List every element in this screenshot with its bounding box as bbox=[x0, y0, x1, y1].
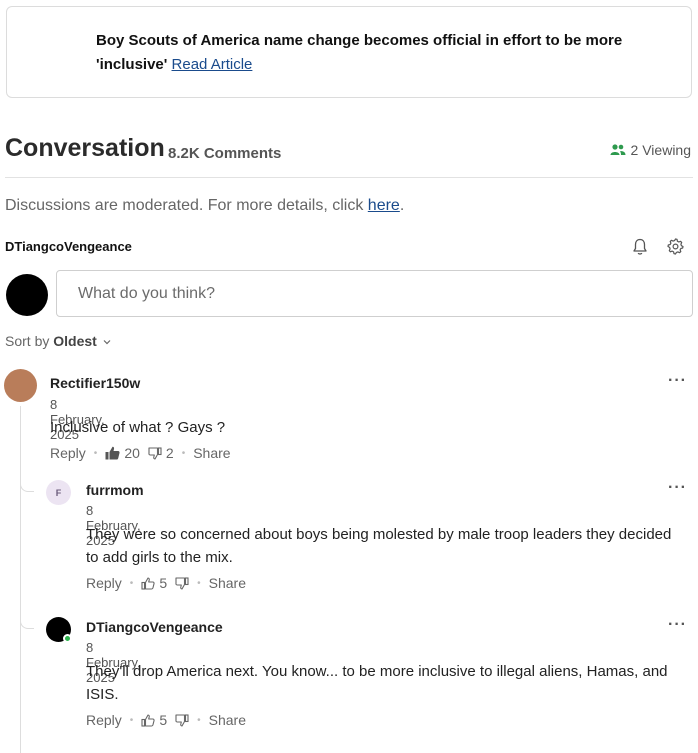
current-user-row: DTiangcoVengeance bbox=[5, 236, 693, 258]
conversation-header: Conversation 8.2K Comments 2 Viewing bbox=[5, 134, 693, 168]
separator-dot: • bbox=[93, 447, 98, 459]
reply-button[interactable]: Reply bbox=[86, 575, 122, 591]
thumbs-up-icon[interactable] bbox=[105, 446, 120, 460]
commenter-avatar bbox=[4, 369, 37, 402]
thumbs-up-icon[interactable] bbox=[141, 713, 155, 727]
reply-button[interactable]: Reply bbox=[86, 712, 122, 728]
like-count: 5 bbox=[159, 712, 168, 728]
share-button[interactable]: Share bbox=[209, 712, 246, 728]
bell-icon[interactable] bbox=[632, 238, 648, 256]
comment-text: They were so concerned about boys being … bbox=[86, 526, 672, 566]
moderation-notice: Discussions are moderated. For more deta… bbox=[5, 197, 404, 215]
gear-icon[interactable] bbox=[667, 238, 684, 255]
comment-actions: Reply • 20 2 • Share bbox=[50, 445, 231, 461]
current-username: DTiangcoVengeance bbox=[5, 239, 132, 254]
commenter-name[interactable]: DTiangcoVengeance bbox=[86, 619, 223, 635]
moderation-end: . bbox=[399, 197, 405, 214]
online-status-dot bbox=[63, 634, 72, 643]
chevron-down-icon bbox=[103, 340, 111, 345]
comment-actions: Reply • 5 • Share bbox=[86, 575, 246, 591]
users-icon bbox=[610, 144, 626, 155]
comment-count: 8.2K Comments bbox=[168, 145, 282, 162]
read-article-link[interactable]: Read Article bbox=[172, 56, 253, 73]
sort-label: Sort by bbox=[5, 333, 50, 349]
separator-dot: • bbox=[197, 714, 201, 726]
share-button[interactable]: Share bbox=[209, 575, 246, 591]
thumbs-down-icon[interactable] bbox=[175, 713, 189, 727]
header-divider bbox=[5, 177, 693, 178]
like-count: 20 bbox=[124, 445, 140, 461]
viewing-indicator: 2 Viewing bbox=[610, 142, 691, 158]
avatar-letter: F bbox=[55, 487, 62, 498]
more-options-icon[interactable]: ··· bbox=[668, 616, 687, 634]
reply-connector bbox=[20, 480, 34, 492]
sort-dropdown[interactable]: Sort by Oldest bbox=[5, 333, 111, 349]
separator-dot: • bbox=[197, 577, 201, 589]
dislike-count: 2 bbox=[165, 445, 174, 461]
thumbs-down-icon[interactable] bbox=[148, 446, 162, 460]
thread-line bbox=[20, 406, 21, 753]
share-button[interactable]: Share bbox=[193, 445, 230, 461]
current-user-avatar bbox=[6, 274, 48, 316]
comment-input[interactable] bbox=[56, 270, 693, 317]
like-count: 5 bbox=[159, 575, 168, 591]
commenter-name[interactable]: furrmom bbox=[86, 482, 144, 498]
reply-connector bbox=[20, 617, 34, 629]
thumbs-up-icon[interactable] bbox=[141, 576, 155, 590]
thumbs-down-icon[interactable] bbox=[175, 576, 189, 590]
separator-dot: • bbox=[181, 447, 186, 459]
more-options-icon[interactable]: ··· bbox=[668, 479, 687, 497]
conversation-title: Conversation bbox=[5, 134, 165, 162]
viewing-count: 2 Viewing bbox=[630, 142, 691, 158]
comment-text: They'll drop America next. You know... t… bbox=[86, 663, 668, 703]
separator-dot: • bbox=[129, 577, 134, 589]
moderation-text: Discussions are moderated. For more deta… bbox=[5, 197, 368, 214]
reply-button[interactable]: Reply bbox=[50, 445, 86, 461]
commenter-avatar: F bbox=[46, 480, 71, 505]
sort-value: Oldest bbox=[53, 333, 97, 349]
more-options-icon[interactable]: ··· bbox=[668, 372, 687, 390]
article-headline-block: Boy Scouts of America name change become… bbox=[96, 29, 656, 77]
moderation-details-link[interactable]: here bbox=[368, 197, 400, 214]
separator-dot: • bbox=[129, 714, 134, 726]
comment-actions: Reply • 5 • Share bbox=[86, 712, 246, 728]
article-card: Boy Scouts of America name change become… bbox=[6, 6, 692, 98]
comment-text: Inclusive of what ? Gays ? bbox=[50, 419, 226, 436]
commenter-name[interactable]: Rectifier150w bbox=[50, 375, 140, 391]
